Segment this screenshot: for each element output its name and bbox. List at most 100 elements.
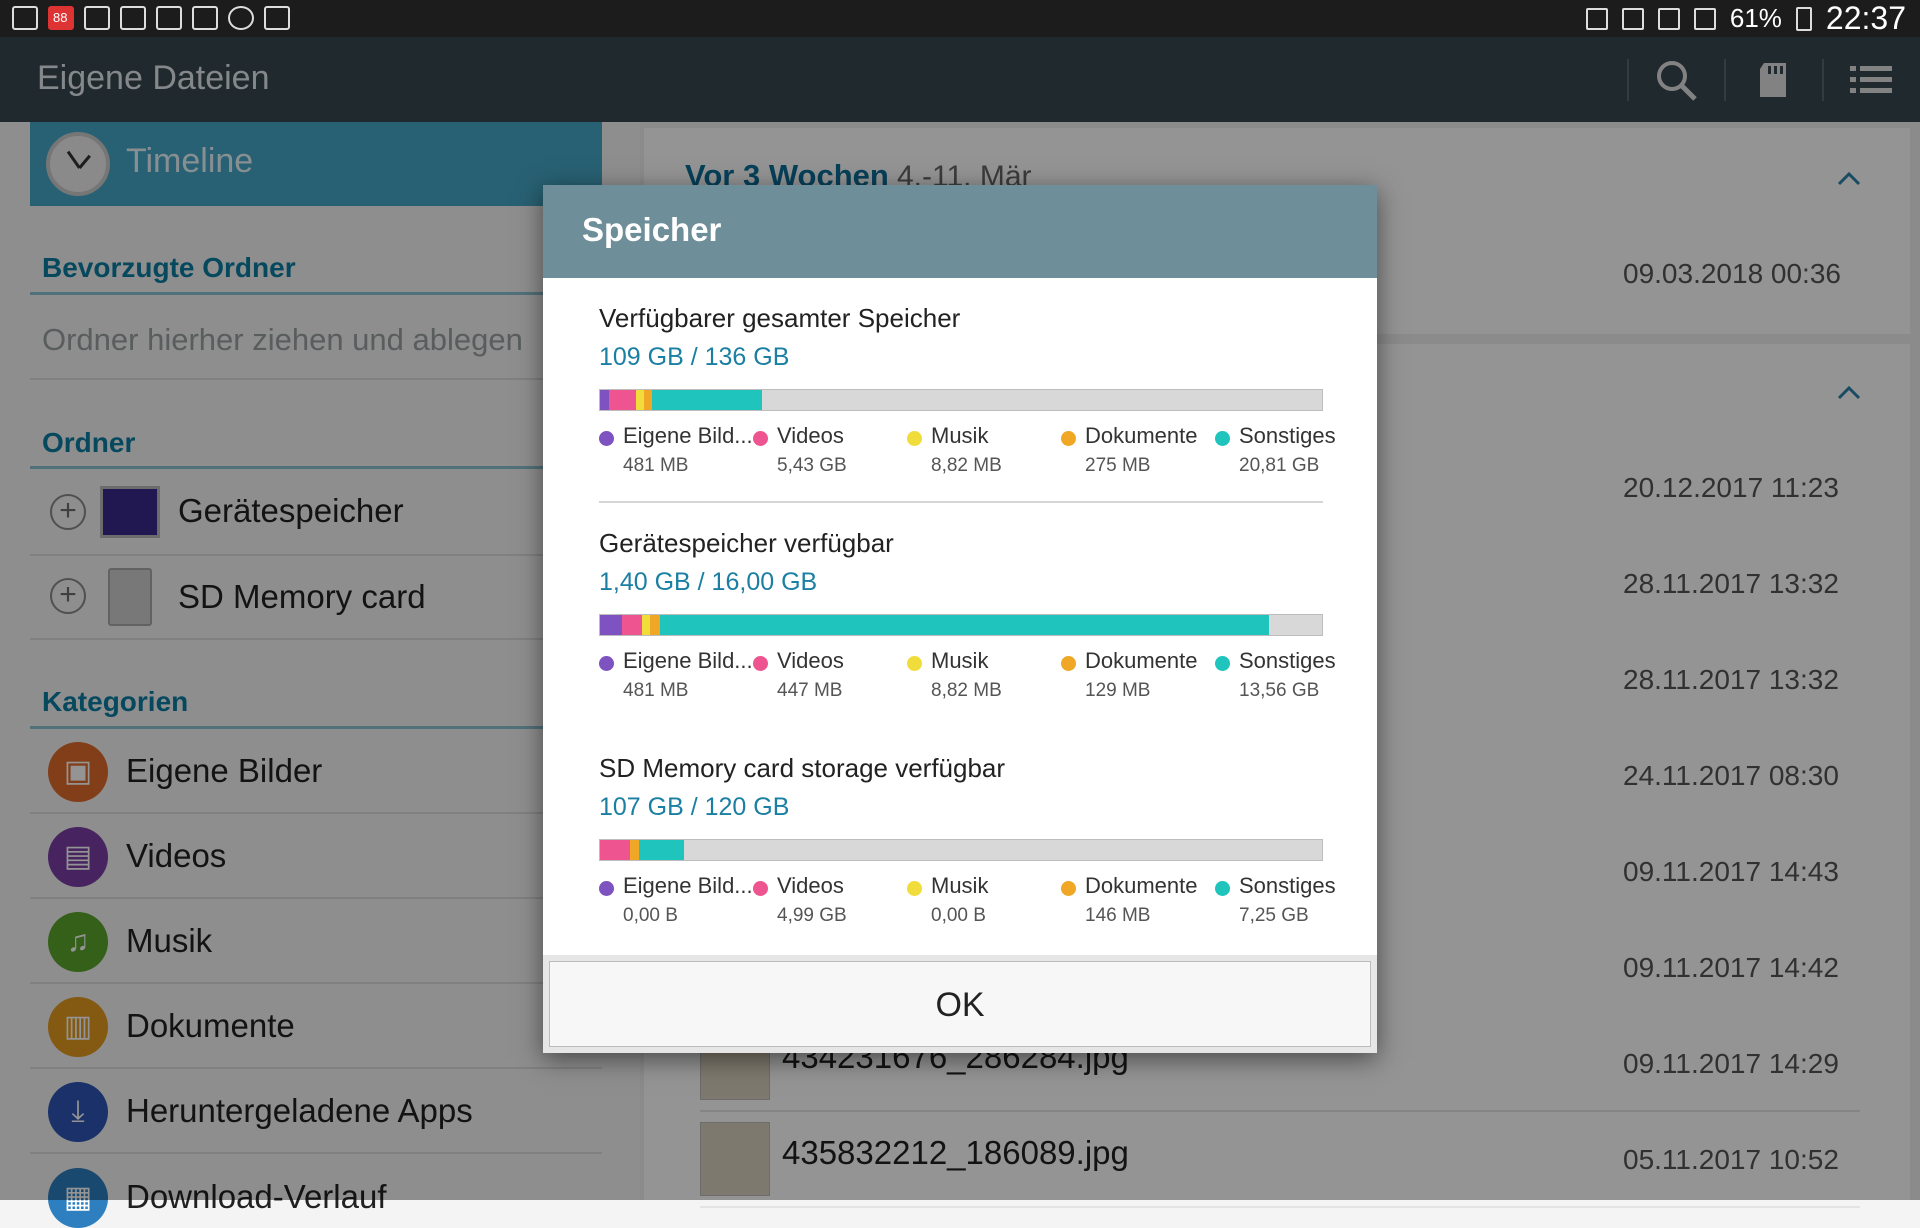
storage-section-value: 1,40 GB / 16,00 GB	[599, 568, 818, 596]
legend-item-videos: Videos 447 MB	[753, 648, 903, 712]
legend-value: 13,56 GB	[1239, 680, 1320, 701]
legend-dot-icon	[907, 656, 922, 671]
storage-section-value: 109 GB / 136 GB	[599, 343, 790, 371]
legend-value: 146 MB	[1085, 905, 1151, 926]
usage-segment-dokumente	[644, 390, 652, 410]
storage-legend: Eigene Bild... 481 MB Videos 447 MB Musik 8,8…	[543, 648, 1377, 718]
storage-section-title: Verfügbarer gesamter Speicher	[599, 303, 961, 333]
clock-time: 22:37	[1825, 0, 1906, 36]
storage-usage-bar	[599, 389, 1323, 411]
legend-value: 481 MB	[623, 455, 689, 476]
legend-label: Dokumente	[1085, 423, 1198, 448]
usage-segment-sonstiges	[651, 390, 763, 410]
status-bar: 88 61% 22:37	[0, 0, 1920, 37]
mute-icon	[1621, 7, 1644, 30]
legend-item-musik: Musik 0,00 B	[907, 873, 1057, 937]
youtube-icon	[120, 6, 146, 30]
legend-dot-icon	[599, 431, 614, 446]
usage-segment-musik	[641, 615, 650, 635]
signal-icon	[1693, 7, 1716, 30]
notification-icons: 88	[12, 6, 290, 30]
legend-value: 20,81 GB	[1239, 455, 1320, 476]
legend-value: 0,00 B	[623, 905, 678, 926]
legend-item-musik: Musik 8,82 MB	[907, 423, 1057, 487]
stock-icon	[264, 6, 290, 30]
storage-usage-bar	[599, 614, 1323, 636]
dialog-title: Speicher	[582, 211, 722, 248]
usage-segment-sonstiges	[659, 615, 1269, 635]
legend-label: Sonstiges	[1239, 873, 1336, 898]
legend-value: 4,99 GB	[777, 905, 847, 926]
storage-section-title: Gerätespeicher verfügbar	[599, 528, 894, 558]
legend-item-dokumente: Dokumente 129 MB	[1061, 648, 1211, 712]
dialog-button-area: OK	[543, 955, 1377, 1053]
notification-badge-icon: 88	[48, 6, 74, 30]
storage-section-value: 107 GB / 120 GB	[599, 793, 790, 821]
legend-value: 129 MB	[1085, 680, 1151, 701]
legend-item-bilder: Eigene Bild... 481 MB	[599, 648, 753, 712]
adblock-icon	[228, 6, 254, 30]
legend-item-sonstiges: Sonstiges 20,81 GB	[1215, 423, 1365, 487]
legend-value: 447 MB	[777, 680, 843, 701]
legend-dot-icon	[907, 431, 922, 446]
legend-label: Sonstiges	[1239, 423, 1336, 448]
storage-section-title: SD Memory card storage verfügbar	[599, 753, 1006, 783]
legend-dot-icon	[1215, 431, 1230, 446]
usage-segment-sonstiges	[638, 840, 684, 860]
legend-label: Dokumente	[1085, 873, 1198, 898]
legend-label: Eigene Bild...	[623, 648, 753, 673]
legend-label: Videos	[777, 423, 844, 448]
legend-value: 481 MB	[623, 680, 689, 701]
ok-button[interactable]: OK	[549, 961, 1371, 1047]
legend-label: Eigene Bild...	[623, 423, 753, 448]
legend-label: Sonstiges	[1239, 648, 1336, 673]
legend-value: 8,82 MB	[931, 455, 1002, 476]
legend-item-videos: Videos 5,43 GB	[753, 423, 903, 487]
usage-segment-videos	[608, 390, 637, 410]
usage-segment-videos	[600, 840, 631, 860]
usage-segment-dokumente	[649, 615, 660, 635]
power-icon	[12, 6, 38, 30]
legend-dot-icon	[753, 431, 768, 446]
cast-icon	[156, 6, 182, 30]
storage-dialog: Speicher Verfügbarer gesamter Speicher 1…	[543, 185, 1377, 1053]
usage-segment-musik	[636, 390, 645, 410]
legend-value: 0,00 B	[931, 905, 986, 926]
wifi-icon	[1657, 7, 1680, 30]
legend-dot-icon	[1061, 881, 1076, 896]
usage-segment-bilder	[600, 615, 622, 635]
section-divider	[599, 501, 1323, 503]
legend-item-sonstiges: Sonstiges 13,56 GB	[1215, 648, 1365, 712]
legend-dot-icon	[753, 656, 768, 671]
legend-label: Musik	[931, 648, 989, 673]
legend-item-dokumente: Dokumente 275 MB	[1061, 423, 1211, 487]
system-icons: 61% 22:37	[1585, 0, 1906, 37]
legend-label: Musik	[931, 873, 989, 898]
legend-value: 275 MB	[1085, 455, 1151, 476]
legend-value: 7,25 GB	[1239, 905, 1309, 926]
legend-item-musik: Musik 8,82 MB	[907, 648, 1057, 712]
legend-label: Eigene Bild...	[623, 873, 753, 898]
legend-dot-icon	[907, 881, 922, 896]
usage-segment-bilder	[600, 390, 609, 410]
legend-item-videos: Videos 4,99 GB	[753, 873, 903, 937]
legend-item-dokumente: Dokumente 146 MB	[1061, 873, 1211, 937]
bluetooth-icon	[1585, 7, 1608, 30]
battery-icon	[1795, 6, 1812, 31]
legend-label: Dokumente	[1085, 648, 1198, 673]
badge-count: 88	[53, 10, 68, 25]
legend-dot-icon	[1061, 431, 1076, 446]
legend-item-sonstiges: Sonstiges 7,25 GB	[1215, 873, 1365, 937]
legend-value: 8,82 MB	[931, 680, 1002, 701]
storage-legend: Eigene Bild... 481 MB Videos 5,43 GB Musik 8,…	[543, 423, 1377, 493]
legend-dot-icon	[1215, 881, 1230, 896]
legend-dot-icon	[599, 881, 614, 896]
storage-legend: Eigene Bild... 0,00 B Videos 4,99 GB Musik 0,…	[543, 873, 1377, 943]
legend-dot-icon	[753, 881, 768, 896]
legend-label: Videos	[777, 873, 844, 898]
legend-dot-icon	[1061, 656, 1076, 671]
usage-segment-dokumente	[630, 840, 639, 860]
legend-label: Videos	[777, 648, 844, 673]
legend-dot-icon	[1215, 656, 1230, 671]
screen-time-icon	[192, 6, 218, 30]
